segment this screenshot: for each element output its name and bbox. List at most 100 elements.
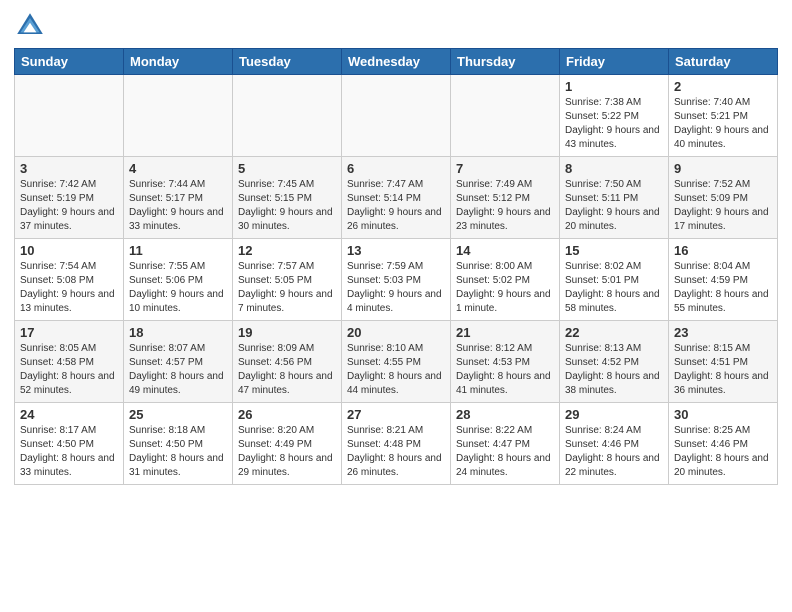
day-info: Sunrise: 8:07 AM Sunset: 4:57 PM Dayligh…	[129, 342, 227, 398]
day-number: 9	[674, 161, 772, 176]
header	[14, 10, 778, 42]
day-number: 25	[129, 407, 227, 422]
col-header-thursday: Thursday	[451, 49, 560, 75]
calendar-cell	[451, 75, 560, 157]
calendar-cell: 7 Sunrise: 7:49 AM Sunset: 5:12 PM Daylig…	[451, 157, 560, 239]
day-info: Sunrise: 7:40 AM Sunset: 5:21 PM Dayligh…	[674, 96, 772, 152]
col-header-monday: Monday	[124, 49, 233, 75]
calendar-cell: 26 Sunrise: 8:20 AM Sunset: 4:49 PM Dayli…	[233, 403, 342, 485]
calendar-cell: 5Sunrise: 7:45 AM Sunset: 5:15 PM Daylig…	[233, 157, 342, 239]
calendar-cell: 24 Sunrise: 8:17 AM Sunset: 4:50 PM Dayli…	[15, 403, 124, 485]
col-header-wednesday: Wednesday	[342, 49, 451, 75]
day-number: 1	[565, 79, 663, 94]
day-number: 24	[20, 407, 118, 422]
calendar-cell: 22Sunrise: 8:13 AM Sunset: 4:52 PM Dayli…	[560, 321, 669, 403]
col-header-saturday: Saturday	[669, 49, 778, 75]
col-header-friday: Friday	[560, 49, 669, 75]
day-number: 8	[565, 161, 663, 176]
calendar-cell: 30 Sunrise: 8:25 AM Sunset: 4:46 PM Dayli…	[669, 403, 778, 485]
calendar-cell	[233, 75, 342, 157]
day-number: 19	[238, 325, 336, 340]
calendar-cell: 14Sunrise: 8:00 AM Sunset: 5:02 PM Dayli…	[451, 239, 560, 321]
day-number: 17	[20, 325, 118, 340]
calendar-cell: 15Sunrise: 8:02 AM Sunset: 5:01 PM Dayli…	[560, 239, 669, 321]
day-info: Sunrise: 8:10 AM Sunset: 4:55 PM Dayligh…	[347, 342, 445, 398]
day-info: Sunrise: 8:21 AM Sunset: 4:48 PM Dayligh…	[347, 424, 445, 480]
day-number: 15	[565, 243, 663, 258]
calendar-cell	[15, 75, 124, 157]
calendar-cell: 2 Sunrise: 7:40 AM Sunset: 5:21 PM Daylig…	[669, 75, 778, 157]
day-info: Sunrise: 8:22 AM Sunset: 4:47 PM Dayligh…	[456, 424, 554, 480]
day-number: 10	[20, 243, 118, 258]
day-info: Sunrise: 7:47 AM Sunset: 5:14 PM Dayligh…	[347, 178, 445, 234]
day-number: 6	[347, 161, 445, 176]
calendar-table: SundayMondayTuesdayWednesdayThursdayFrid…	[14, 48, 778, 485]
calendar-cell: 23Sunrise: 8:15 AM Sunset: 4:51 PM Dayli…	[669, 321, 778, 403]
day-number: 4	[129, 161, 227, 176]
calendar-cell: 3 Sunrise: 7:42 AM Sunset: 5:19 PM Daylig…	[15, 157, 124, 239]
day-number: 3	[20, 161, 118, 176]
day-number: 18	[129, 325, 227, 340]
calendar-cell: 1 Sunrise: 7:38 AM Sunset: 5:22 PM Daylig…	[560, 75, 669, 157]
day-info: Sunrise: 7:50 AM Sunset: 5:11 PM Dayligh…	[565, 178, 663, 234]
calendar-cell	[342, 75, 451, 157]
calendar-cell: 11 Sunrise: 7:55 AM Sunset: 5:06 PM Dayli…	[124, 239, 233, 321]
day-number: 27	[347, 407, 445, 422]
calendar-cell: 12 Sunrise: 7:57 AM Sunset: 5:05 PM Dayli…	[233, 239, 342, 321]
calendar-cell: 28 Sunrise: 8:22 AM Sunset: 4:47 PM Dayli…	[451, 403, 560, 485]
calendar-cell: 16 Sunrise: 8:04 AM Sunset: 4:59 PM Dayli…	[669, 239, 778, 321]
calendar-week-5: 24 Sunrise: 8:17 AM Sunset: 4:50 PM Dayli…	[15, 403, 778, 485]
calendar-cell: 13 Sunrise: 7:59 AM Sunset: 5:03 PM Dayli…	[342, 239, 451, 321]
day-info: Sunrise: 8:25 AM Sunset: 4:46 PM Dayligh…	[674, 424, 772, 480]
calendar-cell: 27 Sunrise: 8:21 AM Sunset: 4:48 PM Dayli…	[342, 403, 451, 485]
day-info: Sunrise: 7:54 AM Sunset: 5:08 PM Dayligh…	[20, 260, 118, 316]
day-info: Sunrise: 7:57 AM Sunset: 5:05 PM Dayligh…	[238, 260, 336, 316]
day-number: 13	[347, 243, 445, 258]
day-info: Sunrise: 8:04 AM Sunset: 4:59 PM Dayligh…	[674, 260, 772, 316]
calendar-cell	[124, 75, 233, 157]
day-info: Sunrise: 8:05 AM Sunset: 4:58 PM Dayligh…	[20, 342, 118, 398]
day-info: Sunrise: 7:55 AM Sunset: 5:06 PM Dayligh…	[129, 260, 227, 316]
calendar-cell: 10 Sunrise: 7:54 AM Sunset: 5:08 PM Dayli…	[15, 239, 124, 321]
day-number: 7	[456, 161, 554, 176]
day-info: Sunrise: 8:09 AM Sunset: 4:56 PM Dayligh…	[238, 342, 336, 398]
calendar-cell: 19 Sunrise: 8:09 AM Sunset: 4:56 PM Dayli…	[233, 321, 342, 403]
calendar-cell: 9 Sunrise: 7:52 AM Sunset: 5:09 PM Daylig…	[669, 157, 778, 239]
calendar-cell: 6 Sunrise: 7:47 AM Sunset: 5:14 PM Daylig…	[342, 157, 451, 239]
logo	[14, 10, 50, 42]
day-number: 12	[238, 243, 336, 258]
day-info: Sunrise: 8:18 AM Sunset: 4:50 PM Dayligh…	[129, 424, 227, 480]
day-number: 30	[674, 407, 772, 422]
day-number: 2	[674, 79, 772, 94]
day-number: 20	[347, 325, 445, 340]
day-number: 21	[456, 325, 554, 340]
calendar-cell: 21Sunrise: 8:12 AM Sunset: 4:53 PM Dayli…	[451, 321, 560, 403]
day-number: 14	[456, 243, 554, 258]
day-info: Sunrise: 8:15 AM Sunset: 4:51 PM Dayligh…	[674, 342, 772, 398]
calendar-header-row: SundayMondayTuesdayWednesdayThursdayFrid…	[15, 49, 778, 75]
calendar-cell: 18 Sunrise: 8:07 AM Sunset: 4:57 PM Dayli…	[124, 321, 233, 403]
day-info: Sunrise: 8:17 AM Sunset: 4:50 PM Dayligh…	[20, 424, 118, 480]
calendar-week-1: 1 Sunrise: 7:38 AM Sunset: 5:22 PM Daylig…	[15, 75, 778, 157]
day-number: 22	[565, 325, 663, 340]
calendar-cell: 17 Sunrise: 8:05 AM Sunset: 4:58 PM Dayli…	[15, 321, 124, 403]
day-info: Sunrise: 7:44 AM Sunset: 5:17 PM Dayligh…	[129, 178, 227, 234]
day-number: 11	[129, 243, 227, 258]
day-info: Sunrise: 7:42 AM Sunset: 5:19 PM Dayligh…	[20, 178, 118, 234]
logo-icon	[14, 10, 46, 42]
day-info: Sunrise: 7:49 AM Sunset: 5:12 PM Dayligh…	[456, 178, 554, 234]
day-info: Sunrise: 8:24 AM Sunset: 4:46 PM Dayligh…	[565, 424, 663, 480]
day-info: Sunrise: 7:52 AM Sunset: 5:09 PM Dayligh…	[674, 178, 772, 234]
day-number: 28	[456, 407, 554, 422]
day-number: 29	[565, 407, 663, 422]
calendar-cell: 20 Sunrise: 8:10 AM Sunset: 4:55 PM Dayli…	[342, 321, 451, 403]
day-info: Sunrise: 8:20 AM Sunset: 4:49 PM Dayligh…	[238, 424, 336, 480]
day-number: 16	[674, 243, 772, 258]
calendar-week-2: 3 Sunrise: 7:42 AM Sunset: 5:19 PM Daylig…	[15, 157, 778, 239]
page-container: SundayMondayTuesdayWednesdayThursdayFrid…	[0, 0, 792, 491]
day-info: Sunrise: 7:38 AM Sunset: 5:22 PM Dayligh…	[565, 96, 663, 152]
day-number: 26	[238, 407, 336, 422]
col-header-tuesday: Tuesday	[233, 49, 342, 75]
day-number: 5	[238, 161, 336, 176]
day-info: Sunrise: 7:59 AM Sunset: 5:03 PM Dayligh…	[347, 260, 445, 316]
